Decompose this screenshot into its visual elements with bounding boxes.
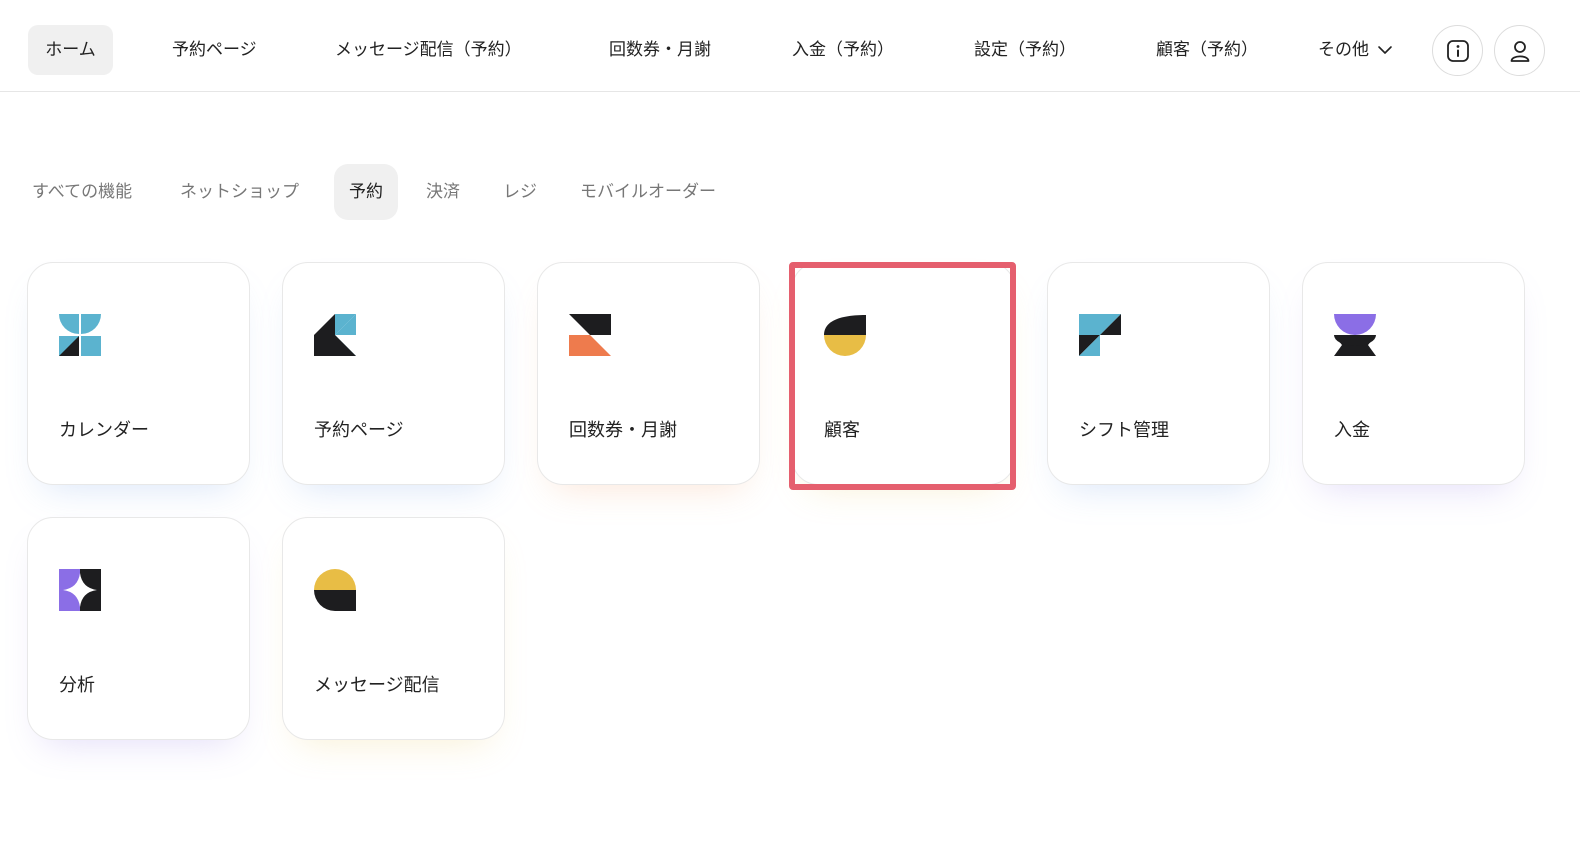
card-payment[interactable]: 入金 bbox=[1302, 262, 1525, 485]
nav-tickets[interactable]: 回数券・月謝 bbox=[609, 25, 711, 75]
info-button[interactable] bbox=[1432, 25, 1483, 76]
card-shift[interactable]: シフト管理 bbox=[1047, 262, 1270, 485]
card-calendar[interactable]: カレンダー bbox=[27, 262, 250, 485]
chevron-down-icon bbox=[1378, 46, 1392, 54]
top-nav: ホーム 予約ページ メッセージ配信（予約） 回数券・月謝 入金（予約） 設定（予… bbox=[0, 0, 1580, 92]
nav-home[interactable]: ホーム bbox=[28, 25, 113, 75]
nav-more-label: その他 bbox=[1318, 40, 1369, 60]
shift-icon bbox=[1079, 314, 1121, 356]
card-reservation-page[interactable]: 予約ページ bbox=[282, 262, 505, 485]
nav-payment[interactable]: 入金（予約） bbox=[792, 25, 894, 75]
card-calendar-label: カレンダー bbox=[59, 420, 149, 441]
card-shift-label: シフト管理 bbox=[1079, 420, 1169, 441]
tab-net-shop[interactable]: ネットショップ bbox=[180, 164, 299, 220]
message-icon bbox=[314, 569, 356, 611]
nav-settings[interactable]: 設定（予約） bbox=[974, 25, 1076, 75]
user-icon bbox=[1510, 40, 1529, 62]
nav-reservation-page[interactable]: 予約ページ bbox=[172, 25, 257, 75]
card-analytics[interactable]: 分析 bbox=[27, 517, 250, 740]
nav-customers[interactable]: 顧客（予約） bbox=[1156, 25, 1258, 75]
user-button[interactable] bbox=[1494, 25, 1545, 76]
tab-register[interactable]: レジ bbox=[503, 164, 537, 220]
tab-all-features[interactable]: すべての機能 bbox=[32, 164, 132, 220]
reservation-page-icon bbox=[314, 314, 356, 356]
nav-message-delivery[interactable]: メッセージ配信（予約） bbox=[335, 25, 522, 75]
card-customers[interactable]: 顧客 bbox=[792, 262, 1015, 485]
customer-icon bbox=[824, 315, 866, 356]
analytics-icon bbox=[59, 569, 101, 611]
tab-payments[interactable]: 決済 bbox=[426, 164, 460, 220]
card-message-label: メッセージ配信 bbox=[314, 675, 440, 696]
payment-icon bbox=[1334, 314, 1376, 356]
info-icon bbox=[1446, 39, 1469, 62]
calendar-icon bbox=[59, 314, 101, 356]
card-tickets-label: 回数券・月謝 bbox=[569, 420, 677, 441]
tab-mobile-order[interactable]: モバイルオーダー bbox=[580, 164, 716, 220]
card-payment-label: 入金 bbox=[1334, 420, 1370, 441]
card-analytics-label: 分析 bbox=[59, 675, 95, 696]
card-message[interactable]: メッセージ配信 bbox=[282, 517, 505, 740]
ticket-icon bbox=[569, 314, 611, 356]
card-customers-label: 顧客 bbox=[824, 420, 860, 441]
card-reservation-page-label: 予約ページ bbox=[314, 420, 404, 441]
tab-reservation[interactable]: 予約 bbox=[334, 164, 398, 220]
nav-more[interactable]: その他 bbox=[1318, 25, 1393, 75]
card-tickets[interactable]: 回数券・月謝 bbox=[537, 262, 760, 485]
